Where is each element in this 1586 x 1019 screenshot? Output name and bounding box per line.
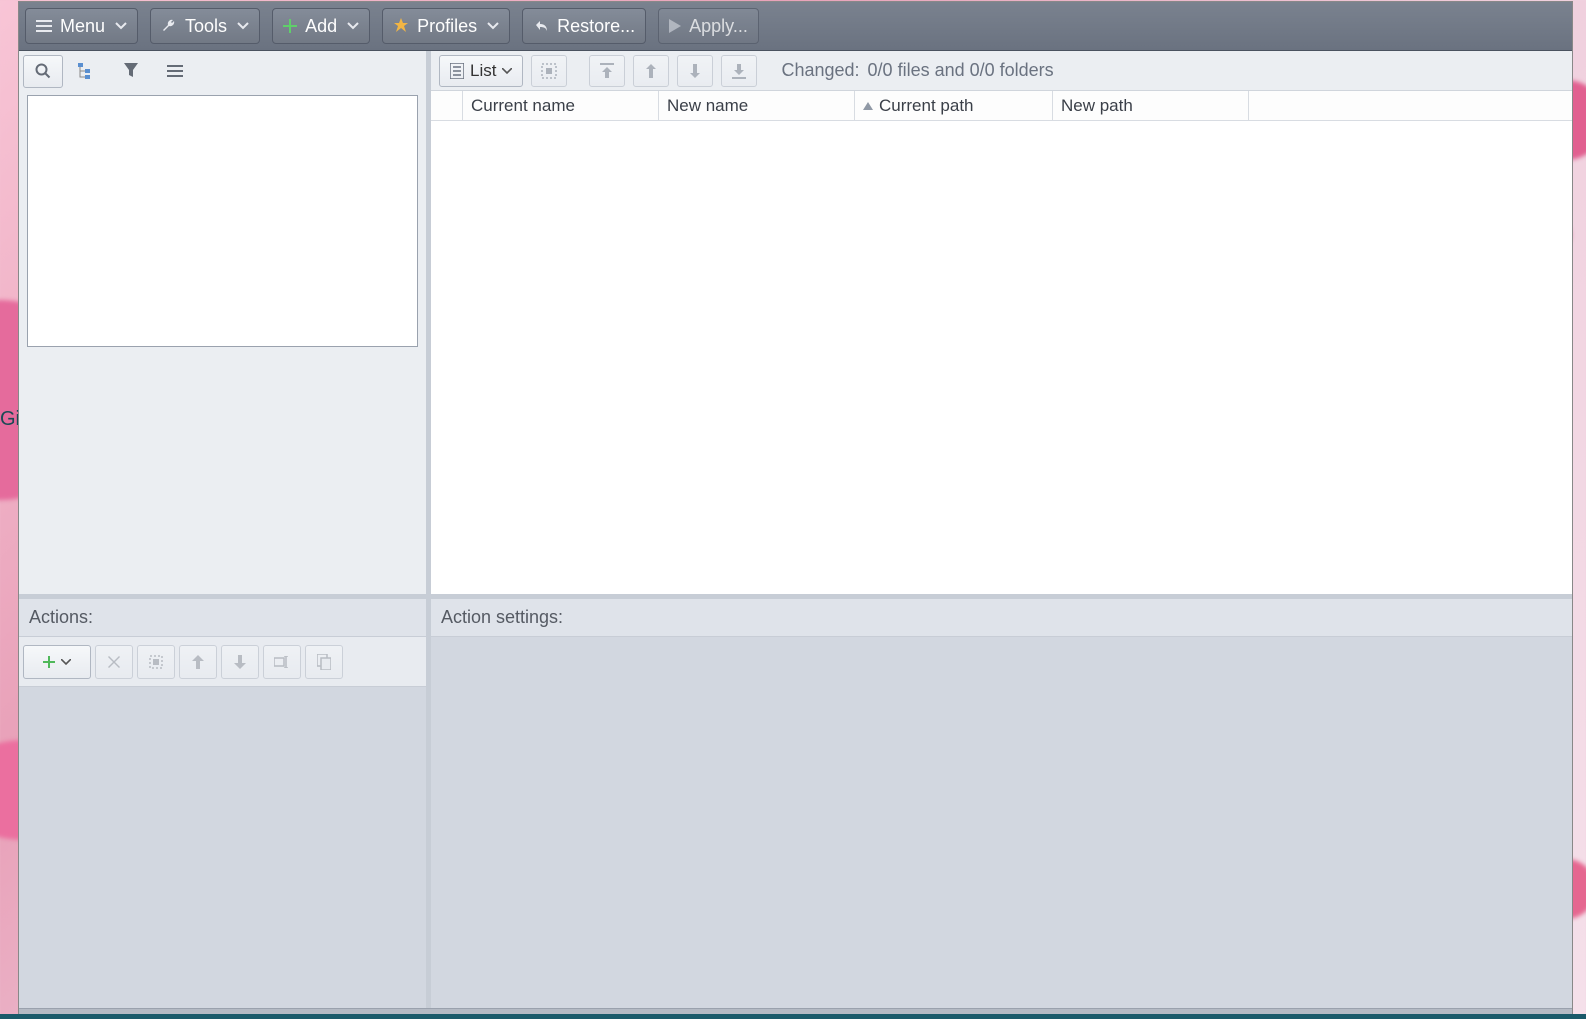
profiles-button[interactable]: Profiles: [382, 8, 510, 44]
list-view-button[interactable]: [155, 55, 195, 88]
chevron-down-icon: [502, 68, 512, 74]
folder-tree-button[interactable]: [67, 55, 107, 88]
right-toolbar: List: [431, 51, 1572, 91]
column-label: New path: [1061, 96, 1133, 116]
select-action-button[interactable]: [137, 645, 175, 679]
actions-toolbar: [19, 637, 426, 687]
sort-indicator-icon: [863, 102, 873, 110]
hamburger-icon: [36, 19, 52, 33]
select-all-icon: [541, 63, 557, 79]
move-up-button[interactable]: [633, 55, 669, 87]
apply-button[interactable]: Apply...: [658, 8, 759, 44]
chevron-down-icon: [61, 659, 71, 665]
tools-label: Tools: [185, 16, 227, 37]
content-area: List: [19, 51, 1572, 1016]
plus-icon: [43, 656, 55, 668]
settings-title: Action settings:: [431, 599, 1572, 637]
arrow-down-icon: [234, 655, 246, 669]
page-icon: [450, 63, 464, 79]
actions-list[interactable]: [19, 687, 426, 1008]
changed-status: Changed: 0/0 files and 0/0 folders: [781, 60, 1053, 81]
actions-title: Actions:: [19, 599, 426, 637]
chevron-down-icon: [487, 22, 499, 30]
copy-icon: [317, 654, 331, 670]
chevron-down-icon: [347, 22, 359, 30]
left-toolbar: [19, 51, 426, 91]
arrow-up-icon: [192, 655, 204, 669]
restore-button[interactable]: Restore...: [522, 8, 646, 44]
filter-button[interactable]: [111, 55, 151, 88]
left-panel: [19, 51, 431, 594]
move-top-button[interactable]: [589, 55, 625, 87]
wrench-icon: [161, 18, 177, 34]
remove-action-button[interactable]: [95, 645, 133, 679]
list-icon: [167, 64, 183, 78]
settings-panel: Action settings:: [431, 599, 1572, 1008]
actions-panel: Actions:: [19, 599, 431, 1008]
taskbar-edge: [0, 1014, 1586, 1019]
add-label: Add: [305, 16, 337, 37]
app-window: Menu Tools Add: [18, 1, 1573, 1017]
list-mode-label: List: [470, 61, 496, 81]
arrow-top-icon: [600, 63, 614, 79]
plus-icon: [283, 19, 297, 33]
search-icon: [35, 63, 51, 79]
restore-label: Restore...: [557, 16, 635, 37]
menu-button[interactable]: Menu: [25, 8, 138, 44]
column-new-name[interactable]: New name: [659, 91, 855, 120]
add-button[interactable]: Add: [272, 8, 370, 44]
menubar: Menu Tools Add: [19, 2, 1572, 51]
changed-label-text: Changed:: [781, 60, 859, 81]
arrow-up-icon: [644, 63, 658, 79]
move-action-up-button[interactable]: [179, 645, 217, 679]
column-label: New name: [667, 96, 748, 116]
tree-icon: [78, 63, 96, 79]
x-icon: [108, 656, 120, 668]
column-current-name[interactable]: Current name: [463, 91, 659, 120]
changed-value: 0/0 files and 0/0 folders: [868, 60, 1054, 81]
copy-action-button[interactable]: [305, 645, 343, 679]
star-icon: [393, 18, 409, 34]
arrow-down-icon: [688, 63, 702, 79]
move-action-down-button[interactable]: [221, 645, 259, 679]
play-icon: [669, 19, 681, 33]
undo-icon: [533, 19, 549, 33]
right-panel: List: [431, 51, 1572, 594]
rename-action-button[interactable]: [263, 645, 301, 679]
table-header: Current name New name Current path New p…: [431, 91, 1572, 121]
column-new-path[interactable]: New path: [1053, 91, 1249, 120]
chevron-down-icon: [237, 22, 249, 30]
select-icon: [149, 655, 163, 669]
rename-icon: [274, 656, 290, 668]
search-button[interactable]: [23, 55, 63, 88]
column-checkbox[interactable]: [431, 91, 463, 120]
menu-label: Menu: [60, 16, 105, 37]
settings-body: [431, 637, 1572, 1008]
table-body[interactable]: [431, 121, 1572, 594]
chevron-down-icon: [115, 22, 127, 30]
tools-button[interactable]: Tools: [150, 8, 260, 44]
column-label: Current path: [879, 96, 974, 116]
column-current-path[interactable]: Current path: [855, 91, 1053, 120]
move-down-button[interactable]: [677, 55, 713, 87]
filter-icon: [124, 63, 138, 79]
select-all-button[interactable]: [531, 55, 567, 87]
actions-title-label: Actions:: [29, 607, 93, 628]
profiles-label: Profiles: [417, 16, 477, 37]
apply-label: Apply...: [689, 16, 748, 37]
list-mode-dropdown[interactable]: List: [439, 55, 523, 87]
top-split: List: [19, 51, 1572, 599]
file-list-box[interactable]: [27, 95, 418, 347]
move-bottom-button[interactable]: [721, 55, 757, 87]
add-action-button[interactable]: [23, 645, 91, 679]
settings-title-label: Action settings:: [441, 607, 563, 628]
arrow-bottom-icon: [732, 63, 746, 79]
bottom-split: Actions:: [19, 599, 1572, 1008]
column-label: Current name: [471, 96, 575, 116]
